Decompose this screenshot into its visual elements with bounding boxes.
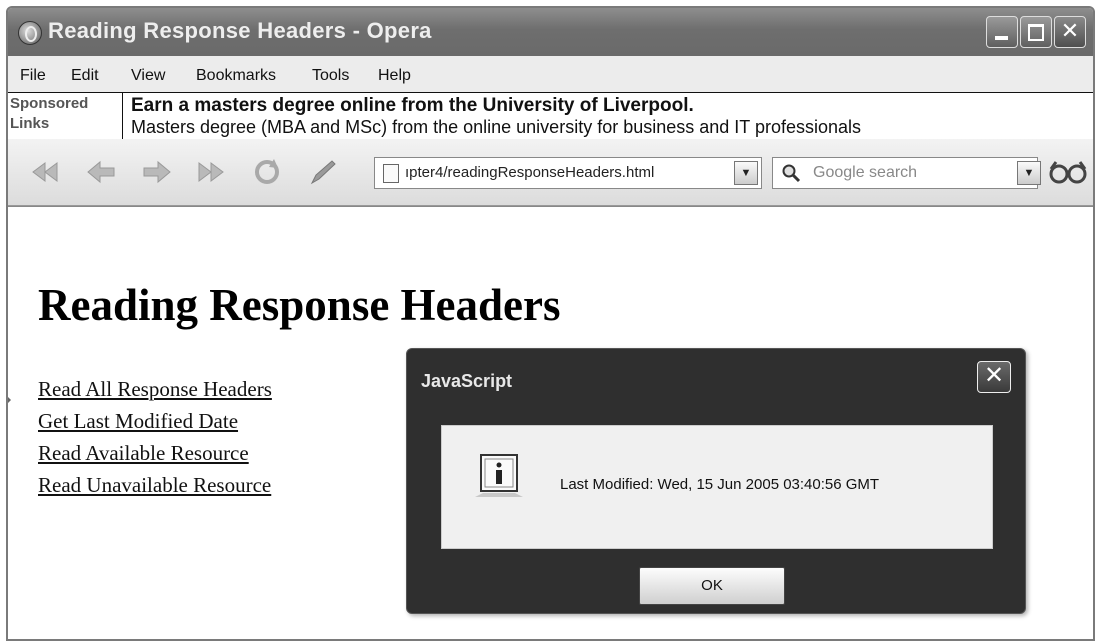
navigation-toolbar: ıpter4/readingResponseHeaders.html ▼ Goo… <box>8 139 1093 206</box>
menu-help[interactable]: Help <box>378 67 411 85</box>
minimize-icon <box>995 36 1008 40</box>
opera-logo-icon <box>18 21 42 45</box>
sponsored-label-line2: Links <box>10 115 50 132</box>
search-input[interactable]: Google search <box>813 164 917 182</box>
minimize-button[interactable] <box>986 16 1018 48</box>
window-title: Reading Response Headers - Opera <box>48 18 432 43</box>
pencil-icon <box>310 160 336 185</box>
chevron-down-icon: ▼ <box>740 167 752 179</box>
search-icon <box>782 164 801 183</box>
info-icon <box>475 454 523 497</box>
fast-forward-icon <box>198 162 224 182</box>
dialog-title: JavaScript <box>421 371 513 391</box>
browser-window: Reading Response Headers - Opera ✕ File … <box>6 6 1095 641</box>
read-unavailable-resource-link[interactable]: Read Unavailable Resource <box>38 469 272 501</box>
chevron-down-icon: ▼ <box>1023 167 1035 179</box>
menu-tools[interactable]: Tools <box>312 67 349 85</box>
maximize-button[interactable] <box>1020 16 1052 48</box>
close-icon: ✕ <box>983 362 1005 389</box>
dialog-close-button[interactable]: ✕ <box>977 361 1011 393</box>
read-available-resource-link[interactable]: Read Available Resource <box>38 437 272 469</box>
sponsored-label: Sponsored Links <box>10 94 120 134</box>
address-input[interactable]: ıpter4/readingResponseHeaders.html <box>405 164 654 181</box>
menu-edit[interactable]: Edit <box>71 67 99 85</box>
links-list: Read All Response Headers Get Last Modif… <box>38 373 272 501</box>
sponsored-label-line1: Sponsored <box>10 95 89 112</box>
close-button[interactable]: ✕ <box>1054 16 1086 48</box>
panel-toggle-handle[interactable] <box>8 395 11 405</box>
menu-bar: File Edit View Bookmarks Tools Help <box>8 56 1093 92</box>
rewind-icon <box>32 162 58 182</box>
address-bar[interactable]: ıpter4/readingResponseHeaders.html ▼ <box>374 157 762 189</box>
get-last-modified-link[interactable]: Get Last Modified Date <box>38 405 272 437</box>
search-engine-dropdown[interactable]: ▼ <box>1017 161 1041 185</box>
glasses-icon[interactable] <box>1048 159 1088 185</box>
page-heading: Reading Response Headers <box>38 280 561 330</box>
dialog-body: Last Modified: Wed, 15 Jun 2005 03:40:56… <box>441 425 993 549</box>
forward-arrow-icon <box>143 160 171 184</box>
search-box[interactable]: Google search ▼ <box>772 157 1041 189</box>
reload-icon <box>255 159 279 184</box>
fast-forward-button[interactable] <box>194 157 228 187</box>
ok-button[interactable]: OK <box>639 567 785 605</box>
close-icon: ✕ <box>1060 18 1080 43</box>
javascript-alert-dialog: JavaScript ✕ Last Modified: Wed, 15 Jun … <box>406 348 1026 614</box>
menu-file[interactable]: File <box>20 67 46 85</box>
menu-view[interactable]: View <box>131 67 165 85</box>
dialog-message: Last Modified: Wed, 15 Jun 2005 03:40:56… <box>560 476 880 493</box>
menu-bookmarks[interactable]: Bookmarks <box>196 67 276 85</box>
back-button[interactable] <box>84 157 118 187</box>
rewind-button[interactable] <box>28 157 62 187</box>
sponsored-divider <box>122 93 123 139</box>
read-all-headers-link[interactable]: Read All Response Headers <box>38 373 272 405</box>
page-icon <box>383 164 399 183</box>
title-bar: Reading Response Headers - Opera ✕ <box>8 8 1093 56</box>
edit-button[interactable] <box>306 157 340 187</box>
address-dropdown-button[interactable]: ▼ <box>734 161 758 185</box>
back-arrow-icon <box>87 160 115 184</box>
reload-button[interactable] <box>250 157 284 187</box>
forward-button[interactable] <box>140 157 174 187</box>
maximize-icon <box>1028 24 1044 41</box>
ad-headline-link[interactable]: Earn a masters degree online from the Un… <box>131 95 694 117</box>
ad-description[interactable]: Masters degree (MBA and MSc) from the on… <box>131 117 861 138</box>
sponsored-links-bar: Sponsored Links Earn a masters degree on… <box>8 92 1093 140</box>
